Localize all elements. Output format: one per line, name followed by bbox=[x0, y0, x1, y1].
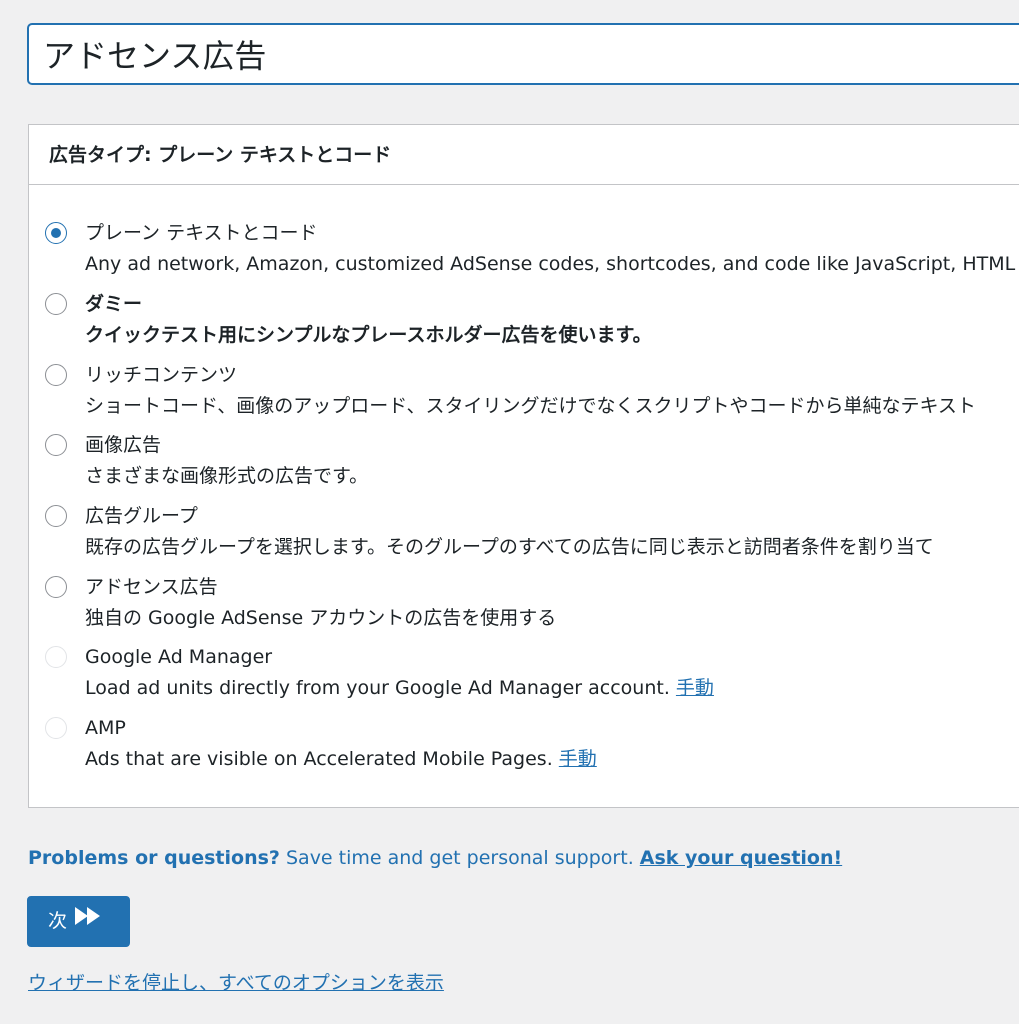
radio-rich-content[interactable] bbox=[45, 364, 67, 386]
option-google-ad-manager: Google Ad Manager Load ad units directly… bbox=[45, 645, 1019, 705]
option-label: アドセンス広告 bbox=[85, 576, 218, 598]
option-description: 独自の Google AdSense アカウントの広告を使用する bbox=[85, 607, 557, 629]
option-description: ショートコード、画像のアップロード、スタイリングだけでなくスクリプトやコードから… bbox=[85, 395, 976, 417]
ad-title-input[interactable] bbox=[27, 23, 1019, 85]
radio-ad-group[interactable] bbox=[45, 505, 67, 527]
option-label: 画像広告 bbox=[85, 434, 162, 456]
option-label: プレーン テキストとコード bbox=[85, 222, 318, 244]
radio-amp bbox=[45, 717, 67, 739]
option-description: クイックテスト用にシンプルなプレースホルダー広告を使います。 bbox=[85, 324, 652, 346]
radio-adsense[interactable] bbox=[45, 576, 67, 598]
option-ad-group[interactable]: 広告グループ 既存の広告グループを選択します。そのグループのすべての広告に同じ表… bbox=[45, 504, 1019, 564]
option-image-ad[interactable]: 画像広告 さまざまな画像形式の広告です。 bbox=[45, 433, 1019, 493]
option-plain-text[interactable]: プレーン テキストとコード Any ad network, Amazon, cu… bbox=[45, 221, 1019, 281]
page: 広告タイプ: プレーン テキストとコード プレーン テキストとコード Any a… bbox=[0, 0, 1019, 1024]
next-button[interactable]: 次 bbox=[27, 896, 130, 947]
help-text: Save time and get personal support. bbox=[285, 847, 634, 869]
option-dummy[interactable]: ダミー クイックテスト用にシンプルなプレースホルダー広告を使います。 bbox=[45, 292, 1019, 352]
option-rich-content[interactable]: リッチコンテンツ ショートコード、画像のアップロード、スタイリングだけでなくスク… bbox=[45, 363, 1019, 423]
radio-plain-text[interactable] bbox=[45, 222, 67, 244]
ad-type-header: 広告タイプ: プレーン テキストとコード bbox=[29, 125, 1019, 185]
option-label: ダミー bbox=[85, 293, 143, 315]
option-description: 既存の広告グループを選択します。そのグループのすべての広告に同じ表示と訪問者条件… bbox=[85, 536, 934, 558]
radio-google-ad-manager bbox=[45, 646, 67, 668]
help-line: Problems or questions? Save time and get… bbox=[28, 846, 842, 870]
option-description-line: Ads that are visible on Accelerated Mobi… bbox=[85, 747, 597, 771]
manual-link[interactable]: 手動 bbox=[676, 677, 714, 699]
option-label: リッチコンテンツ bbox=[85, 364, 238, 386]
option-amp: AMP Ads that are visible on Accelerated … bbox=[45, 716, 1019, 776]
radio-image-ad[interactable] bbox=[45, 434, 67, 456]
option-description: Any ad network, Amazon, customized AdSen… bbox=[85, 253, 1016, 275]
next-button-label: 次 bbox=[48, 910, 68, 932]
option-description: さまざまな画像形式の広告です。 bbox=[85, 465, 369, 487]
ad-type-box: 広告タイプ: プレーン テキストとコード プレーン テキストとコード Any a… bbox=[28, 124, 1019, 808]
stop-wizard-link[interactable]: ウィザードを停止し、すべてのオプションを表示 bbox=[28, 971, 444, 995]
option-label: AMP bbox=[85, 717, 126, 739]
option-label: Google Ad Manager bbox=[85, 646, 273, 668]
fast-forward-icon bbox=[75, 895, 101, 944]
option-description: Ads that are visible on Accelerated Mobi… bbox=[85, 748, 553, 770]
option-adsense[interactable]: アドセンス広告 独自の Google AdSense アカウントの広告を使用する bbox=[45, 575, 1019, 635]
help-lead: Problems or questions? bbox=[28, 847, 280, 869]
option-description: Load ad units directly from your Google … bbox=[85, 677, 670, 699]
radio-dummy[interactable] bbox=[45, 293, 67, 315]
option-description-line: Load ad units directly from your Google … bbox=[85, 676, 714, 700]
ask-question-link[interactable]: Ask your question! bbox=[640, 847, 842, 869]
manual-link[interactable]: 手動 bbox=[559, 748, 597, 770]
option-label: 広告グループ bbox=[85, 505, 198, 527]
